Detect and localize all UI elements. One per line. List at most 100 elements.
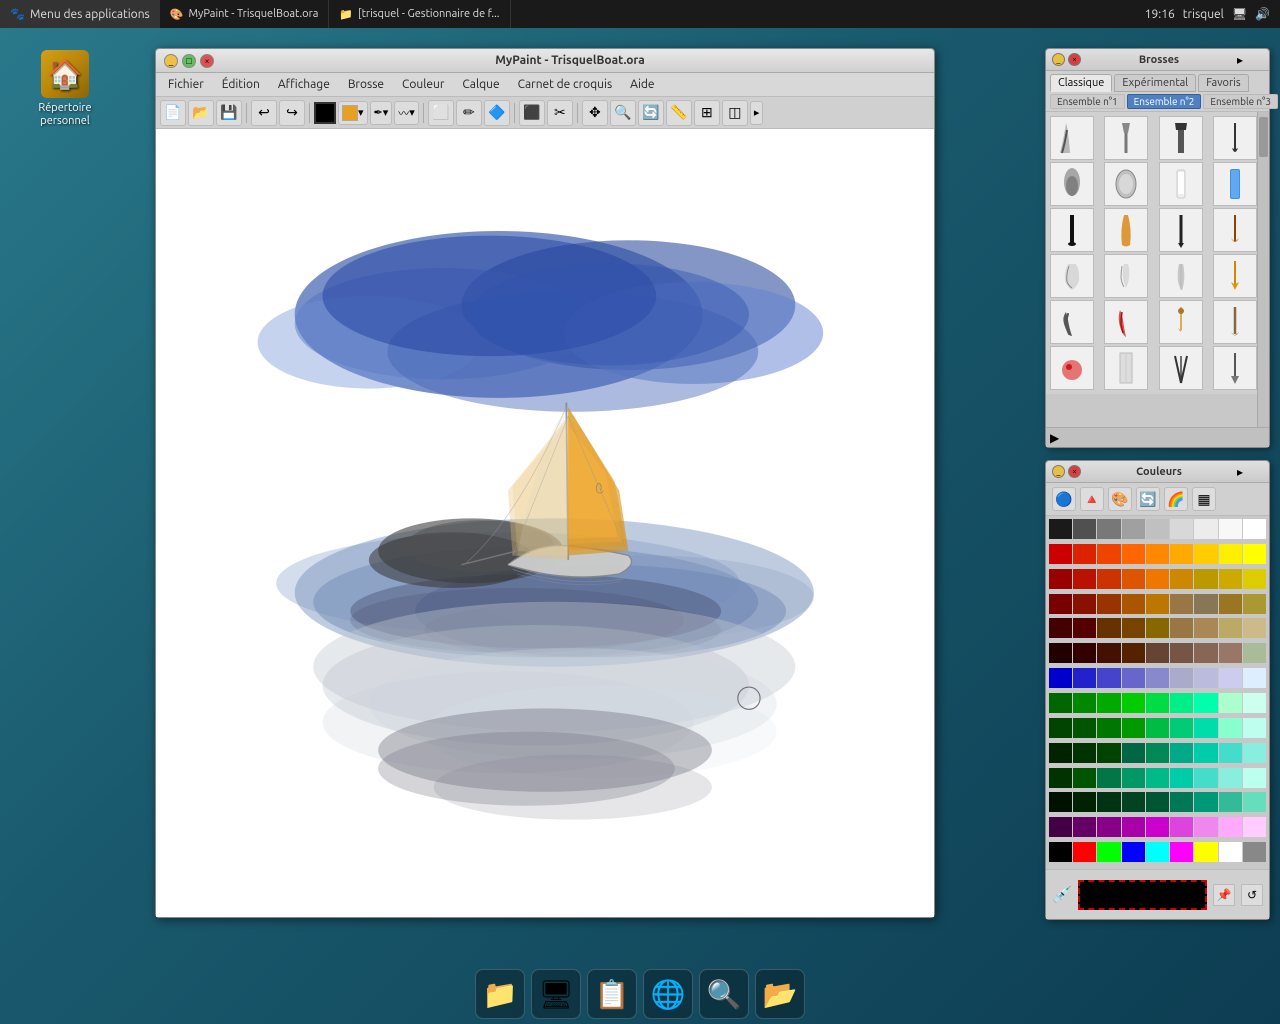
brush-item[interactable] [1159, 162, 1203, 206]
brushes-expand-button[interactable]: ▶ [1046, 427, 1269, 447]
menu-fichier[interactable]: Fichier [160, 76, 212, 93]
color-swatch-item[interactable] [1073, 668, 1096, 688]
color-swatch-item[interactable] [1049, 743, 1072, 763]
color-swatch-item[interactable] [1146, 743, 1169, 763]
brush-item[interactable] [1159, 346, 1203, 390]
color-swatch-item[interactable] [1122, 718, 1145, 738]
color-swatch-item[interactable] [1146, 817, 1169, 837]
color-swatch-item[interactable] [1073, 643, 1096, 663]
color-swatch-item[interactable] [1073, 792, 1096, 812]
color-swatch-item[interactable] [1170, 519, 1193, 539]
color-swatch-item[interactable] [1049, 594, 1072, 614]
color-swatch-item[interactable] [1194, 643, 1217, 663]
color-swatch-item[interactable] [1146, 842, 1169, 862]
color-swatch-item[interactable] [1219, 718, 1242, 738]
brush-item[interactable] [1159, 300, 1203, 344]
undo-button[interactable]: ↩ [251, 100, 277, 126]
color-harmony-button[interactable]: 🎨 [1108, 487, 1132, 511]
set-1-button[interactable]: Ensemble n°1 [1050, 94, 1125, 109]
eraser-button[interactable]: ⬜ [428, 100, 454, 126]
dock-files[interactable]: 📁 [475, 969, 525, 1019]
brush-item[interactable] [1050, 346, 1094, 390]
menu-carnet[interactable]: Carnet de croquis [510, 76, 621, 93]
colors-titlebar[interactable]: _ × Couleurs ▸ [1046, 461, 1269, 483]
color-swatch-item[interactable] [1049, 792, 1072, 812]
pen-button[interactable]: ✏ [456, 100, 482, 126]
color-swatch-item[interactable] [1219, 693, 1242, 713]
brush-item[interactable] [1104, 116, 1148, 160]
brush-item[interactable] [1213, 162, 1257, 206]
color-swatch-item[interactable] [1170, 768, 1193, 788]
brush-item[interactable] [1050, 116, 1094, 160]
color-swatch-item[interactable] [1243, 544, 1266, 564]
color-swatch-item[interactable] [1194, 768, 1217, 788]
brush-dropdown[interactable]: ✒ ▾ [370, 101, 393, 125]
color-swatch-item[interactable] [1097, 817, 1120, 837]
color-swatch-item[interactable] [1243, 668, 1266, 688]
brush-item[interactable] [1050, 162, 1094, 206]
minimize-button[interactable]: _ [164, 54, 178, 68]
brush-item[interactable] [1050, 208, 1094, 252]
more-dropdown[interactable]: ▸ [750, 101, 764, 125]
app-menu-button[interactable]: 🐾 Menu des applications [0, 0, 160, 28]
brush-item[interactable] [1213, 346, 1257, 390]
color-swatch-item[interactable] [1073, 718, 1096, 738]
color-swatch-item[interactable] [1097, 618, 1120, 638]
color-swatch-item[interactable] [1097, 743, 1120, 763]
brush-item[interactable] [1213, 116, 1257, 160]
color-swatch-item[interactable] [1049, 643, 1072, 663]
brush-item[interactable] [1104, 208, 1148, 252]
dock-browser[interactable]: 🌐 [643, 969, 693, 1019]
brushes-scrollbar[interactable] [1257, 112, 1269, 427]
color-swatch-item[interactable] [1194, 718, 1217, 738]
color-swatch-item[interactable] [1146, 718, 1169, 738]
brushes-titlebar[interactable]: _ × Brosses ▸ [1046, 49, 1269, 71]
new-file-button[interactable]: 📄 [160, 100, 186, 126]
color-swatch-item[interactable] [1170, 569, 1193, 589]
ruler-button[interactable]: 📏 [666, 100, 692, 126]
save-color-button[interactable]: 📌 [1213, 884, 1235, 906]
tab-favoris[interactable]: Favoris [1198, 74, 1248, 92]
color-swatch-item[interactable] [1194, 743, 1217, 763]
color-swatch-item[interactable] [1146, 544, 1169, 564]
brush-item[interactable] [1050, 300, 1094, 344]
brushes-minimize[interactable]: _ [1052, 53, 1065, 66]
color-swatch-item[interactable] [1097, 792, 1120, 812]
color-dropdown[interactable]: ▾ [338, 101, 368, 125]
color-swatch-item[interactable] [1146, 693, 1169, 713]
color-swatch-item[interactable] [1243, 718, 1266, 738]
eyedropper-button[interactable]: 💉 [1052, 885, 1072, 904]
tab-experimental[interactable]: Expérimental [1114, 74, 1196, 92]
color-swatch[interactable] [314, 102, 336, 124]
color-swatch-item[interactable] [1170, 643, 1193, 663]
color-swatch-item[interactable] [1049, 544, 1072, 564]
color-swatch-item[interactable] [1243, 569, 1266, 589]
color-swatch-item[interactable] [1049, 618, 1072, 638]
move-button[interactable]: ✥ [582, 100, 608, 126]
color-swatch-item[interactable] [1146, 519, 1169, 539]
color-swatch-item[interactable] [1146, 618, 1169, 638]
color-swatch-item[interactable] [1097, 842, 1120, 862]
current-color-bar[interactable] [1078, 880, 1207, 910]
dock-search[interactable]: 🔍 [699, 969, 749, 1019]
color-swatch-item[interactable] [1073, 743, 1096, 763]
color-swatch-item[interactable] [1122, 842, 1145, 862]
frame-button[interactable]: ⬛ [519, 100, 545, 126]
color-swatch-item[interactable] [1049, 842, 1072, 862]
color-swatch-item[interactable] [1122, 618, 1145, 638]
color-swatch-item[interactable] [1170, 668, 1193, 688]
brush-item[interactable] [1104, 346, 1148, 390]
color-swatch-item[interactable] [1219, 768, 1242, 788]
color-swatch-item[interactable] [1122, 519, 1145, 539]
color-swatch-item[interactable] [1194, 842, 1217, 862]
color-swatch-item[interactable] [1049, 693, 1072, 713]
color-swatch-item[interactable] [1170, 618, 1193, 638]
color-swatch-item[interactable] [1097, 768, 1120, 788]
color-swatch-item[interactable] [1097, 569, 1120, 589]
color-swatch-item[interactable] [1146, 569, 1169, 589]
transform-button[interactable]: ✂ [547, 100, 573, 126]
color-swatch-item[interactable] [1243, 792, 1266, 812]
color-swatch-item[interactable] [1243, 643, 1266, 663]
color-swatch-item[interactable] [1219, 817, 1242, 837]
color-swatch-item[interactable] [1194, 817, 1217, 837]
